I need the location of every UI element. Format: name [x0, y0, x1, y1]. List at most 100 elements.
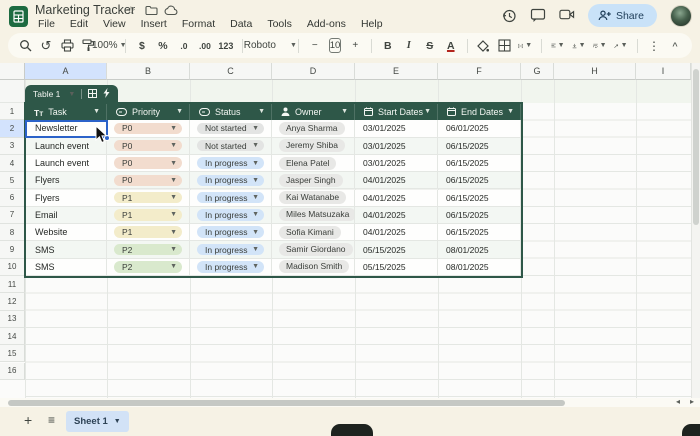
- priority-cell[interactable]: P0 ▼: [107, 172, 190, 190]
- borders-button[interactable]: [497, 37, 511, 55]
- spark-bolt-icon[interactable]: [103, 85, 110, 103]
- end-date-cell[interactable]: 06/15/2025: [438, 154, 521, 173]
- column-header-H[interactable]: H: [554, 63, 636, 80]
- sheet-tab-menu-icon[interactable]: ▼: [114, 418, 121, 425]
- fill-handle[interactable]: [104, 134, 110, 141]
- task-cell[interactable]: Flyers: [25, 172, 107, 190]
- fill-color-button[interactable]: [476, 37, 490, 55]
- status-cell[interactable]: In progress ▼: [190, 172, 272, 190]
- menu-data[interactable]: Data: [227, 17, 255, 31]
- column-header-I[interactable]: I: [636, 63, 691, 80]
- row-header-9[interactable]: 9: [0, 241, 25, 259]
- table-name-chip[interactable]: Table 1 ▼: [25, 85, 119, 103]
- priority-cell[interactable]: P1 ▼: [107, 224, 190, 242]
- chevron-down-icon[interactable]: ▼: [93, 108, 100, 115]
- status-cell[interactable]: Not started ▼: [190, 120, 272, 138]
- start-date-cell[interactable]: 04/01/2025: [355, 172, 438, 190]
- format-percent-button[interactable]: %: [156, 37, 170, 55]
- increase-decimal-button[interactable]: .00: [198, 37, 212, 55]
- number-format-button[interactable]: 123: [218, 37, 233, 55]
- task-cell[interactable]: Launch event: [25, 154, 107, 173]
- chevron-down-icon[interactable]: ▼: [258, 108, 265, 115]
- comments-icon[interactable]: [530, 8, 546, 24]
- row-header-15[interactable]: 15: [0, 345, 25, 363]
- end-date-cell[interactable]: 06/15/2025: [438, 137, 521, 155]
- start-date-cell[interactable]: 05/15/2025: [355, 258, 438, 276]
- document-title[interactable]: Marketing Tracker: [35, 3, 135, 17]
- priority-cell[interactable]: P0 ▼: [107, 120, 190, 138]
- end-date-cell[interactable]: 06/15/2025: [438, 172, 521, 190]
- column-header-B[interactable]: B: [107, 63, 190, 80]
- end-date-cell[interactable]: 06/15/2025: [438, 224, 521, 242]
- more-options-icon[interactable]: ⋮: [647, 37, 661, 55]
- owner-cell[interactable]: Sofia Kimani: [272, 224, 355, 242]
- column-header-F[interactable]: F: [438, 63, 521, 80]
- vertical-scrollbar[interactable]: [691, 63, 700, 398]
- table-header-start-dates[interactable]: Start Dates ▼: [355, 103, 438, 121]
- column-header-E[interactable]: E: [355, 63, 438, 80]
- chevron-down-icon[interactable]: ▼: [507, 108, 514, 115]
- font-family-select[interactable]: Roboto ▼: [244, 37, 297, 55]
- status-cell[interactable]: Not started ▼: [190, 137, 272, 155]
- row-header-2[interactable]: 2: [0, 120, 25, 138]
- horizontal-scrollbar-thumb[interactable]: [8, 399, 565, 406]
- horizontal-align-button[interactable]: ▼: [551, 37, 565, 55]
- priority-cell[interactable]: P0 ▼: [107, 154, 190, 173]
- column-header-A[interactable]: A: [25, 63, 107, 80]
- strikethrough-button[interactable]: S: [423, 37, 437, 55]
- zoom-select[interactable]: 100% ▼: [92, 37, 127, 55]
- row-header-12[interactable]: 12: [0, 293, 25, 311]
- font-size-input[interactable]: 10: [328, 38, 342, 53]
- column-header-D[interactable]: D: [272, 63, 355, 80]
- task-cell[interactable]: SMS: [25, 241, 107, 259]
- priority-cell[interactable]: P2 ▼: [107, 241, 190, 259]
- row-header-4[interactable]: 4: [0, 154, 25, 173]
- row-header-16[interactable]: 16: [0, 362, 25, 380]
- search-icon[interactable]: [18, 37, 32, 55]
- horizontal-scrollbar[interactable]: ◂ ▸: [0, 397, 700, 407]
- column-header-G[interactable]: G: [521, 63, 554, 80]
- sheet-tab[interactable]: Sheet 1 ▼: [66, 411, 129, 432]
- scroll-right-icon[interactable]: ▸: [690, 397, 694, 406]
- row-header-3[interactable]: 3: [0, 137, 25, 155]
- select-all-corner[interactable]: [0, 63, 25, 80]
- table-header-owner[interactable]: Owner ▼: [272, 103, 355, 121]
- status-cell[interactable]: In progress ▼: [190, 206, 272, 225]
- table-header-end-dates[interactable]: End Dates ▼: [438, 103, 521, 121]
- row-header-8[interactable]: 8: [0, 224, 25, 242]
- decrease-font-size-button[interactable]: −: [308, 37, 322, 55]
- end-date-cell[interactable]: 06/15/2025: [438, 206, 521, 225]
- owner-cell[interactable]: Anya Sharma: [272, 120, 355, 138]
- row-header-1[interactable]: 1: [0, 103, 25, 121]
- task-cell[interactable]: Flyers: [25, 189, 107, 207]
- task-cell[interactable]: SMS: [25, 258, 107, 276]
- start-date-cell[interactable]: 03/01/2025: [355, 154, 438, 173]
- menu-edit[interactable]: Edit: [67, 17, 91, 31]
- share-button[interactable]: Share: [587, 4, 657, 27]
- end-date-cell[interactable]: 06/01/2025: [438, 120, 521, 138]
- print-icon[interactable]: [60, 37, 74, 55]
- scroll-left-icon[interactable]: ◂: [676, 397, 680, 406]
- increase-font-size-button[interactable]: +: [348, 37, 362, 55]
- italic-button[interactable]: I: [402, 37, 416, 55]
- row-header-10[interactable]: 10: [0, 258, 25, 276]
- add-sheet-icon[interactable]: +: [24, 412, 32, 428]
- format-currency-button[interactable]: $: [135, 37, 149, 55]
- user-avatar[interactable]: [670, 4, 692, 27]
- menu-insert[interactable]: Insert: [138, 17, 170, 31]
- start-date-cell[interactable]: 04/01/2025: [355, 206, 438, 225]
- priority-cell[interactable]: P1 ▼: [107, 189, 190, 207]
- priority-cell[interactable]: P0 ▼: [107, 137, 190, 155]
- bold-button[interactable]: B: [381, 37, 395, 55]
- row-header-14[interactable]: 14: [0, 327, 25, 346]
- owner-cell[interactable]: Jasper Singh: [272, 172, 355, 190]
- vertical-align-button[interactable]: ▼: [572, 37, 586, 55]
- menu-file[interactable]: File: [35, 17, 58, 31]
- vertical-scrollbar-thumb[interactable]: [692, 69, 699, 225]
- start-date-cell[interactable]: 04/01/2025: [355, 189, 438, 207]
- decrease-decimal-button[interactable]: .0: [177, 37, 191, 55]
- priority-cell[interactable]: P2 ▼: [107, 258, 190, 276]
- table-header-task[interactable]: TT Task ▼: [25, 103, 107, 121]
- status-cell[interactable]: In progress ▼: [190, 224, 272, 242]
- task-cell[interactable]: Newsletter: [25, 120, 107, 138]
